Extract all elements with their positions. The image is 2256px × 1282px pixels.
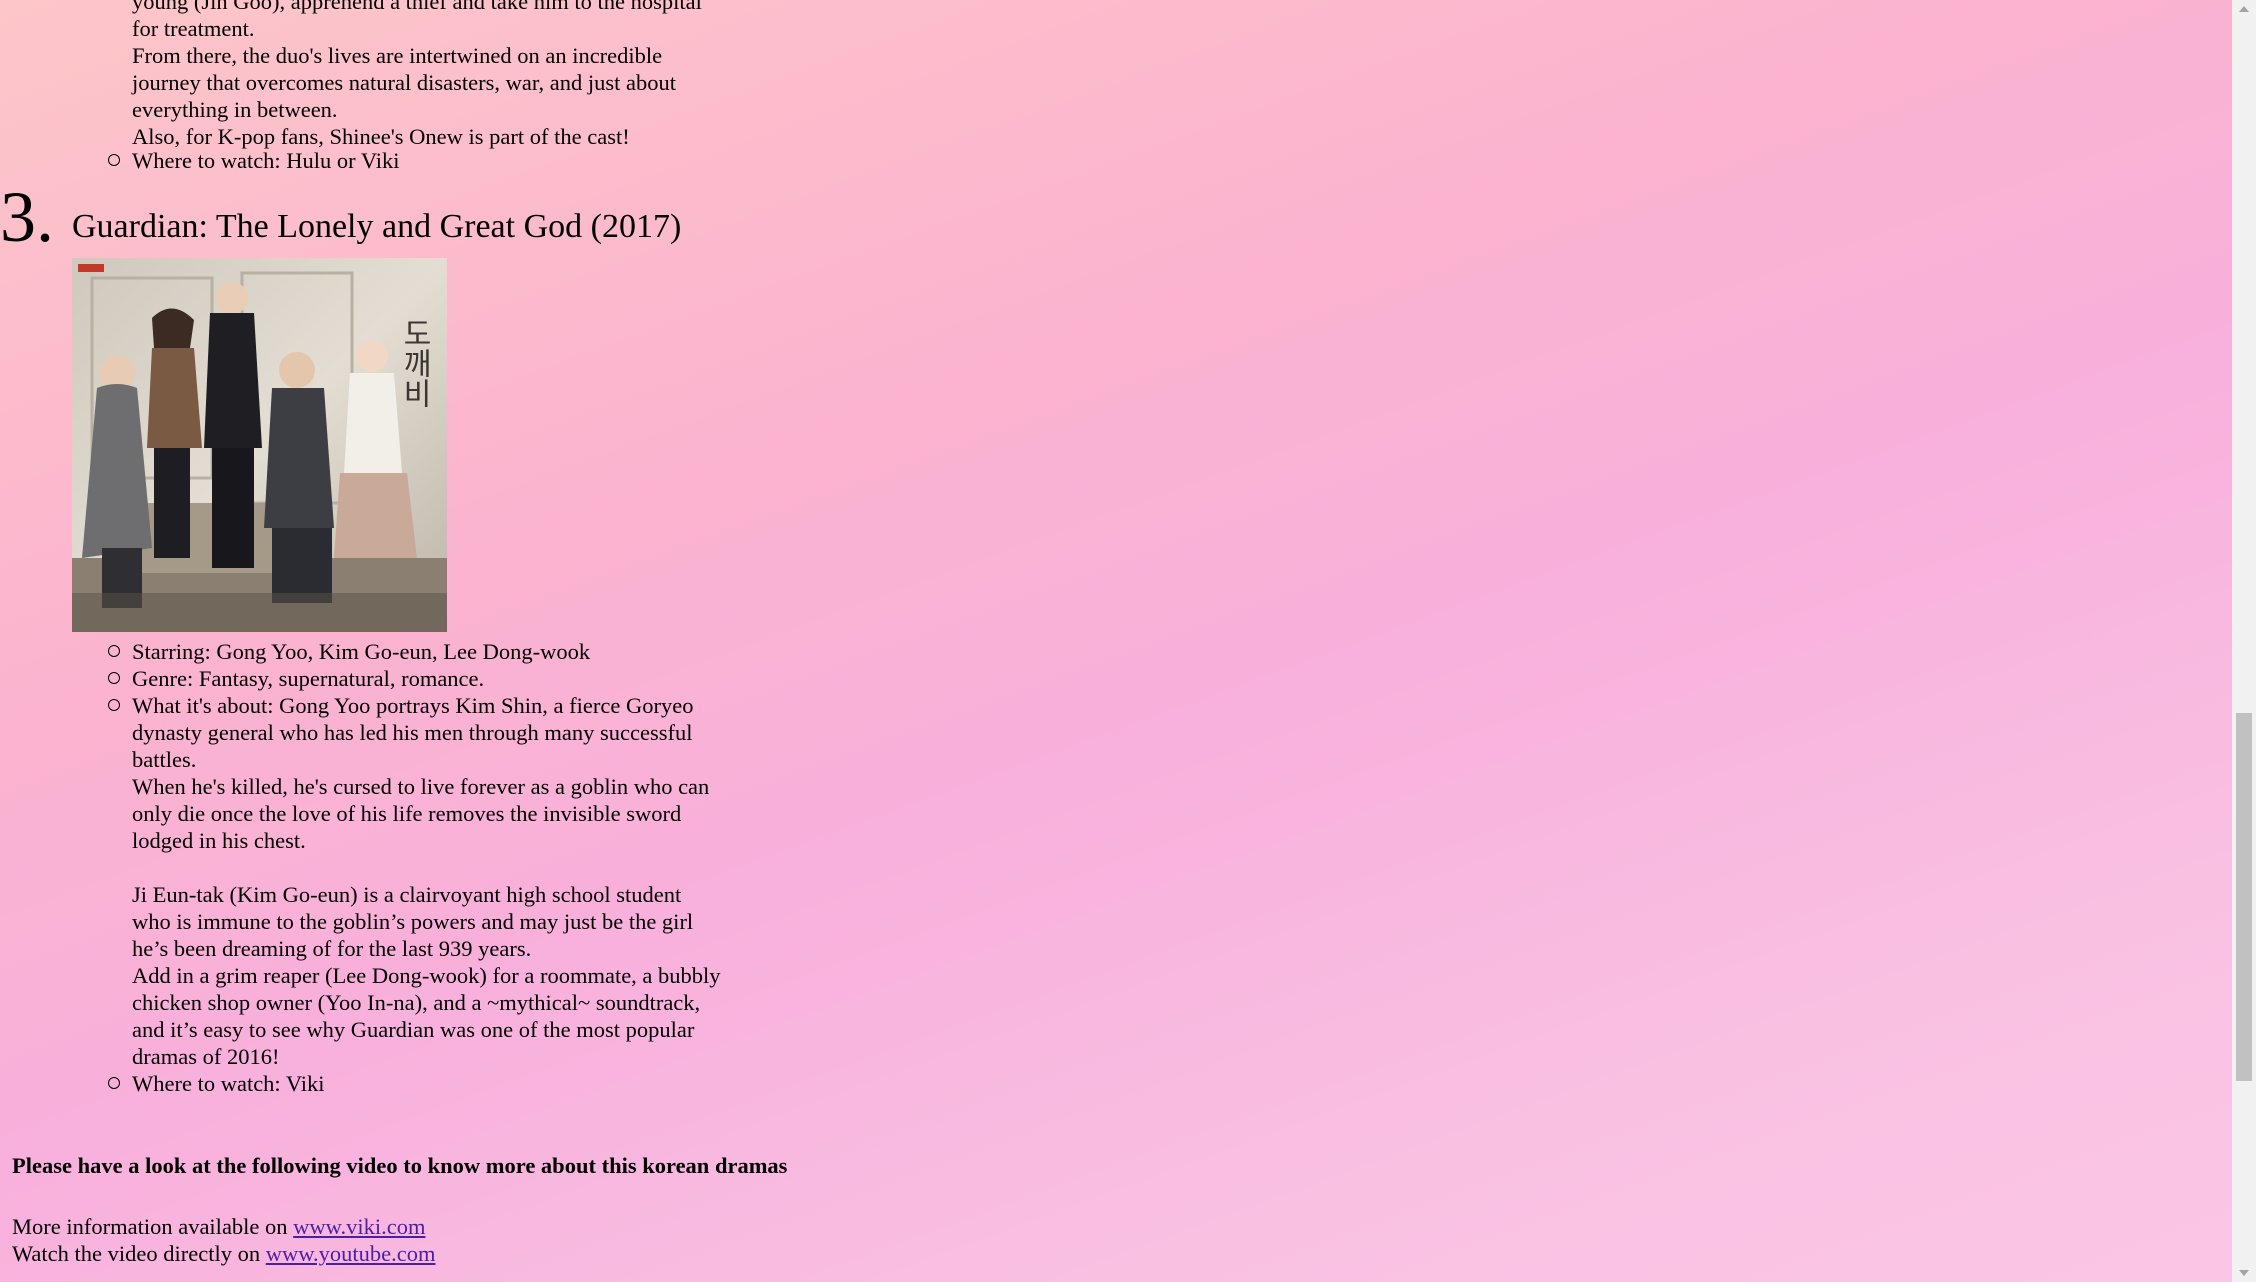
more-info-label: More information available on bbox=[12, 1214, 294, 1239]
prev-item-text-line: for treatment. bbox=[132, 16, 255, 41]
more-info-line: More information available on www.viki.c… bbox=[12, 1214, 425, 1240]
scroll-down-arrow-icon[interactable] bbox=[2239, 1270, 2249, 1276]
about-text-line: dynasty general who has led his men thro… bbox=[132, 720, 693, 745]
about-text-line: only die once the love of his life remov… bbox=[132, 801, 682, 826]
drama-poster-image: 도깨비 bbox=[72, 258, 447, 632]
drama-about: What it's about: Gong Yoo portrays Kim S… bbox=[132, 692, 772, 1070]
drama-starring: Starring: Gong Yoo, Kim Go-eun, Lee Dong… bbox=[132, 639, 591, 664]
about-text-line: who is immune to the goblin’s powers and… bbox=[132, 909, 694, 934]
list-bullet bbox=[108, 1077, 120, 1089]
about-text-line: Add in a grim reaper (Lee Dong-wook) for… bbox=[132, 963, 721, 988]
prev-item-text-line: everything in between. bbox=[132, 97, 338, 122]
youtube-link[interactable]: www.youtube.com bbox=[266, 1241, 436, 1266]
list-bullet bbox=[108, 672, 120, 684]
list-bullet bbox=[108, 645, 120, 657]
about-text-line: he’s been dreaming of for the last 939 y… bbox=[132, 936, 532, 961]
poster-title-text: 도깨비 bbox=[397, 318, 432, 408]
drama-genre: Genre: Fantasy, supernatural, romance. bbox=[132, 666, 485, 691]
list-bullet bbox=[108, 699, 120, 711]
scrollbar-thumb[interactable] bbox=[2236, 713, 2252, 1081]
about-text-line: Ji Eun-tak (Kim Go-eun) is a clairvoyant… bbox=[132, 882, 682, 907]
prev-item-text-line: From there, the duo's lives are intertwi… bbox=[132, 43, 663, 68]
about-text-line: chicken shop owner (Yoo In-na), and a ~m… bbox=[132, 990, 701, 1015]
viki-link[interactable]: www.viki.com bbox=[293, 1214, 425, 1239]
prev-item-text-line: Also, for K-pop fans, Shinee's Onew is p… bbox=[132, 124, 630, 149]
video-prompt-heading: Please have a look at the following vide… bbox=[12, 1153, 788, 1178]
scroll-up-arrow-icon[interactable] bbox=[2239, 6, 2249, 12]
about-text-line: What it's about: Gong Yoo portrays Kim S… bbox=[132, 693, 694, 718]
about-text-line: and it’s easy to see why Guardian was on… bbox=[132, 1017, 695, 1042]
about-text-line: When he's killed, he's cursed to live fo… bbox=[132, 774, 710, 799]
about-text-line: battles. bbox=[132, 747, 197, 772]
list-bullet bbox=[108, 154, 120, 166]
poster-illustration: 도깨비 bbox=[72, 258, 447, 632]
prev-item-text-line: journey that overcomes natural disasters… bbox=[132, 70, 676, 95]
watch-video-line: Watch the video directly on www.youtube.… bbox=[12, 1241, 436, 1267]
about-text-line: dramas of 2016! bbox=[132, 1044, 280, 1069]
drama-title: Guardian: The Lonely and Great God (2017… bbox=[72, 208, 682, 245]
prev-item-description: young (Jin Goo), apprehend a thief and t… bbox=[132, 0, 772, 150]
about-blank-line bbox=[132, 854, 772, 881]
list-number: 3. bbox=[0, 177, 54, 257]
about-text-line: lodged in his chest. bbox=[132, 828, 306, 853]
vertical-scrollbar[interactable] bbox=[2232, 0, 2256, 1282]
prev-item-text-line: young (Jin Goo), apprehend a thief and t… bbox=[132, 0, 702, 14]
page-content: young (Jin Goo), apprehend a thief and t… bbox=[0, 0, 2232, 1282]
watch-video-label: Watch the video directly on bbox=[12, 1241, 266, 1266]
prev-item-where-to-watch: Where to watch: Hulu or Viki bbox=[132, 148, 400, 173]
drama-where-to-watch: Where to watch: Viki bbox=[132, 1071, 325, 1096]
